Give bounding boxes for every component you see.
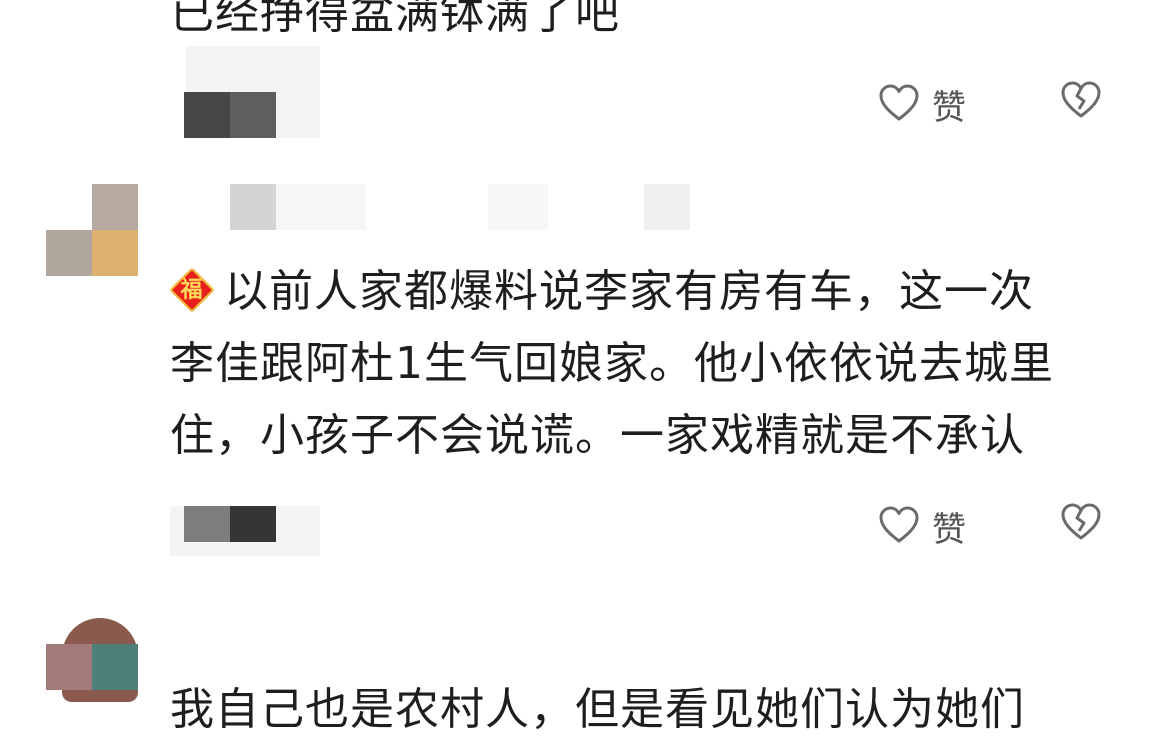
like-button[interactable]: 赞 bbox=[878, 502, 966, 551]
comment-actions: 赞 bbox=[878, 502, 1101, 551]
comment-text: 我自己也是农村人，但是看见她们认为她们 bbox=[170, 674, 1025, 746]
avatar-pixel bbox=[46, 230, 92, 276]
comment-text-line: 我自己也是农村人，但是看见她们认为她们 bbox=[170, 684, 1025, 735]
blurred-username bbox=[276, 184, 366, 230]
comment-actions: 赞 bbox=[878, 80, 1101, 129]
avatar-pixel bbox=[92, 184, 138, 230]
broken-heart-icon[interactable] bbox=[1060, 502, 1102, 546]
comment-text-line: 以前人家都爆料说李家有房有车，这一次 bbox=[224, 266, 1034, 317]
avatar-pixel bbox=[92, 644, 138, 690]
avatar-pixel bbox=[46, 644, 92, 690]
like-button[interactable]: 赞 bbox=[878, 80, 966, 129]
comment-text-line: 住，小孩子不会说谎。一家戏精就是不承认 bbox=[170, 410, 1025, 461]
comment-text: 已经挣得盆满钵满了吧 bbox=[170, 0, 620, 50]
heart-outline-icon bbox=[878, 505, 920, 549]
heart-outline-icon bbox=[878, 83, 920, 127]
comment-text: 福 以前人家都爆料说李家有房有车，这一次 李佳跟阿杜1生气回娘家。他小依依说去城… bbox=[169, 256, 1054, 472]
blurred-username bbox=[644, 184, 690, 230]
comment-text-line: 已经挣得盆满钵满了吧 bbox=[170, 0, 620, 39]
like-label: 赞 bbox=[932, 510, 966, 550]
fu-diamond-icon: 福 bbox=[169, 267, 215, 313]
blurred-meta-block bbox=[184, 506, 230, 542]
comment-text-line: 李佳跟阿杜1生气回娘家。他小依依说去城里 bbox=[170, 338, 1054, 389]
broken-heart-icon[interactable] bbox=[1060, 80, 1102, 124]
blurred-username bbox=[488, 184, 548, 230]
blurred-meta-block bbox=[230, 506, 276, 542]
blurred-meta-block bbox=[230, 92, 276, 138]
avatar-pixel bbox=[92, 230, 138, 276]
blurred-meta-block bbox=[184, 92, 230, 138]
like-label: 赞 bbox=[932, 88, 966, 128]
blurred-username bbox=[230, 184, 276, 230]
